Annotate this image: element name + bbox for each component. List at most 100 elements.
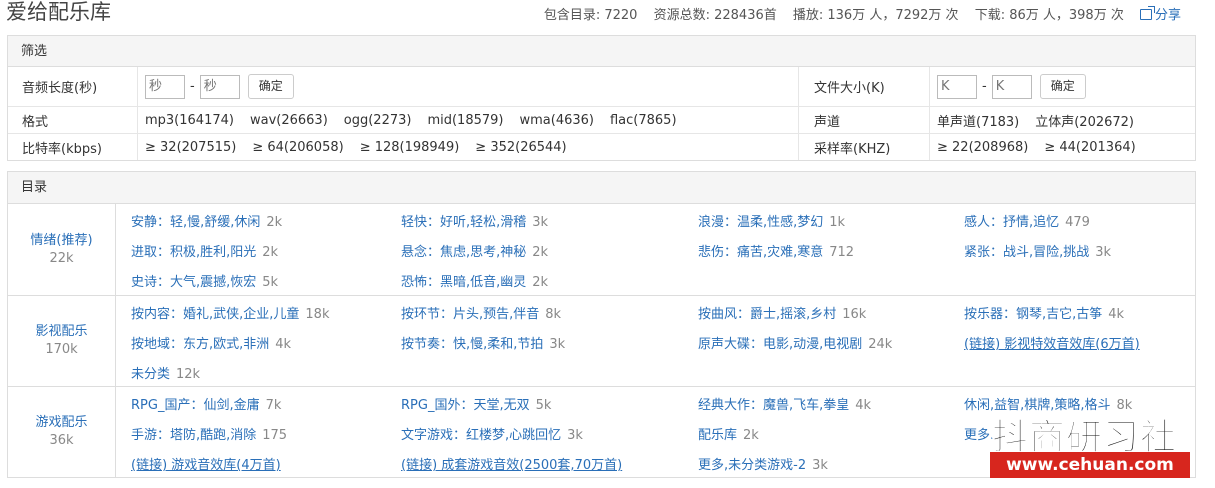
duration-label: 音频长度(秒): [8, 67, 138, 106]
filesize-confirm-button[interactable]: 确定: [1039, 74, 1086, 99]
category-link[interactable]: 安静：轻,慢,舒缓,休闲 2k: [131, 211, 282, 230]
category-link[interactable]: 进取：积极,胜利,阳光 2k: [131, 241, 278, 260]
category-count: 2k: [743, 428, 759, 443]
format-option[interactable]: flac(7865): [610, 113, 677, 128]
category-link[interactable]: 原声大碟：电影,动漫,电视剧 24k: [698, 333, 892, 352]
category-link[interactable]: 按曲风：爵士,摇滚,乡村 16k: [698, 303, 866, 322]
category-link[interactable]: RPG_国外：天堂,无双 5k: [401, 394, 551, 413]
category-link[interactable]: 经典大作：魔兽,飞车,拳皇 4k: [698, 394, 871, 413]
samplerate-option[interactable]: ≥ 22(208968): [937, 140, 1028, 155]
range-dash: -: [982, 79, 987, 94]
category-label: 按地域：东方,欧式,非洲: [131, 337, 270, 352]
group-name[interactable]: 影视配乐: [35, 323, 87, 341]
category-label: (链接) 影视特效音效库(6万首): [964, 337, 1140, 352]
category-count: 7k: [265, 398, 282, 413]
category-count: 2k: [262, 245, 279, 260]
category-count: 1k: [829, 215, 846, 230]
bitrate-options: ≥ 32(207515) ≥ 64(206058) ≥ 128(198949) …: [139, 134, 799, 160]
category-label: 按内容：婚礼,武侠,企业,儿童: [131, 307, 300, 322]
category-link[interactable]: 悬念：焦虑,思考,神秘 2k: [401, 241, 548, 260]
format-option[interactable]: ogg(2273): [344, 113, 412, 128]
format-options: mp3(164174) wav(26663) ogg(2273) mid(185…: [139, 107, 799, 133]
category-link[interactable]: 按内容：婚礼,武侠,企业,儿童 18k: [131, 303, 329, 322]
category-link[interactable]: 史诗：大气,震撼,恢宏 5k: [131, 271, 278, 290]
category-link[interactable]: 感人：抒情,追忆 479: [964, 211, 1090, 230]
category-link[interactable]: 按乐器：钢琴,吉它,古筝 4k: [964, 303, 1124, 322]
bitrate-option[interactable]: ≥ 64(206058): [252, 140, 343, 155]
filesize-to-input[interactable]: [991, 74, 1032, 99]
duration-from-input[interactable]: [145, 74, 185, 99]
category-label: 轻快：好听,轻松,滑稽: [401, 215, 527, 230]
download-stats: 下载: 86万 人，398万 次: [974, 8, 1124, 23]
filesize-from-input[interactable]: [937, 74, 977, 99]
format-label: 格式: [8, 107, 138, 133]
category-count: 3k: [1095, 245, 1112, 260]
external-link[interactable]: (链接) 成套游戏音效(2500套,70万首): [401, 454, 622, 473]
format-option[interactable]: mid(18579): [427, 113, 503, 128]
category-count: 12k: [176, 367, 201, 382]
category-link[interactable]: 更多,未分类游戏-2 3k: [698, 454, 828, 473]
bitrate-option[interactable]: ≥ 32(207515): [145, 140, 236, 155]
catalog-group-mood: 情绪(推荐) 22k 安静：轻,慢,舒缓,休闲 2k 轻快：好听,轻松,滑稽 3k …: [8, 204, 1195, 295]
group-header[interactable]: 游戏配乐 36k: [8, 387, 116, 477]
category-count: 2k: [532, 245, 549, 260]
group-name[interactable]: 情绪(推荐): [30, 232, 92, 250]
category-label: 紧张：战斗,冒险,挑战: [964, 245, 1090, 260]
filter-row-bitrate: 比特率(kbps) ≥ 32(207515) ≥ 64(206058) ≥ 12…: [8, 133, 1195, 160]
category-label: 按曲风：爵士,摇滚,乡村: [698, 307, 837, 322]
category-count: 3k: [567, 428, 583, 443]
format-option[interactable]: wav(26663): [250, 113, 328, 128]
samplerate-option[interactable]: ≥ 44(201364): [1044, 140, 1135, 155]
bitrate-option[interactable]: ≥ 128(198949): [360, 140, 460, 155]
category-link[interactable]: 轻快：好听,轻松,滑稽 3k: [401, 211, 548, 230]
category-label: 按乐器：钢琴,吉它,古筝: [964, 307, 1103, 322]
filter-row-duration: 音频长度(秒) - 确定 文件大小(K) - 确定: [8, 67, 1195, 106]
group-header[interactable]: 影视配乐 170k: [8, 296, 116, 386]
group-count: 36k: [49, 433, 74, 448]
category-count: 18k: [305, 307, 330, 322]
category-link[interactable]: 按环节：片头,预告,伴音 8k: [401, 303, 561, 322]
more-link[interactable]: 更多...: [964, 424, 1002, 443]
filesize-range: - 确定: [931, 67, 1195, 106]
bitrate-option[interactable]: ≥ 352(26544): [475, 140, 566, 155]
group-header[interactable]: 情绪(推荐) 22k: [8, 204, 116, 295]
page-header: 爱给配乐库 包含目录: 7220 资源总数: 228436首 播放: 136万 …: [0, 0, 1215, 30]
filter-panel: 筛选 音频长度(秒) - 确定 文件大小(K) - 确定 格式 mp3(1641…: [7, 35, 1196, 161]
duration-confirm-button[interactable]: 确定: [247, 74, 294, 99]
category-label: 安静：轻,慢,舒缓,休闲: [131, 215, 261, 230]
category-label: 经典大作：魔兽,飞车,拳皇: [698, 398, 850, 413]
category-label: 更多...: [964, 428, 1003, 443]
category-link[interactable]: 手游：塔防,酷跑,消除 175: [131, 424, 287, 443]
category-link[interactable]: RPG_国产：仙剑,金庸 7k: [131, 394, 281, 413]
category-label: 未分类: [131, 367, 171, 382]
external-link[interactable]: (链接) 影视特效音效库(6万首): [964, 333, 1140, 352]
category-link[interactable]: 休闲,益智,棋牌,策略,格斗 8k: [964, 394, 1132, 413]
category-link[interactable]: 未分类 12k: [131, 363, 200, 382]
external-link[interactable]: (链接) 游戏音效库(4万首): [131, 454, 281, 473]
filter-heading: 筛选: [8, 36, 1195, 67]
category-label: 更多,未分类游戏-2: [698, 458, 807, 473]
category-link[interactable]: 浪漫：温柔,性感,梦幻 1k: [698, 211, 845, 230]
category-link[interactable]: 恐怖：黑暗,低音,幽灵 2k: [401, 271, 548, 290]
catalog-panel: 目录 情绪(推荐) 22k 安静：轻,慢,舒缓,休闲 2k 轻快：好听,轻松,滑稽…: [7, 171, 1196, 478]
play-stats: 播放: 136万 人，7292万 次: [792, 8, 959, 23]
share-icon: [1139, 6, 1155, 20]
channel-option[interactable]: 单声道(7183): [937, 111, 1019, 130]
format-option[interactable]: mp3(164174): [145, 113, 234, 128]
category-link[interactable]: 紧张：战斗,冒险,挑战 3k: [964, 241, 1111, 260]
category-link[interactable]: 按地域：东方,欧式,非洲 4k: [131, 333, 291, 352]
category-link[interactable]: 配乐库 2k: [698, 424, 759, 443]
category-link[interactable]: 文字游戏：红楼梦,心跳回忆 3k: [401, 424, 583, 443]
format-option[interactable]: wma(4636): [519, 113, 594, 128]
share-button[interactable]: 分享: [1139, 6, 1181, 23]
category-count: 4k: [855, 398, 872, 413]
stats-bar: 包含目录: 7220 资源总数: 228436首 播放: 136万 人，7292…: [532, 4, 1181, 23]
channel-option[interactable]: 立体声(202672): [1035, 111, 1134, 130]
category-count: 2k: [532, 275, 549, 290]
group-name[interactable]: 游戏配乐: [35, 414, 87, 432]
duration-to-input[interactable]: [199, 74, 240, 99]
category-count: 479: [1065, 215, 1090, 230]
category-link[interactable]: 悲伤：痛苦,灾难,寒意 712: [698, 241, 854, 260]
category-link[interactable]: 按节奏：快,慢,柔和,节拍 3k: [401, 333, 565, 352]
category-label: 配乐库: [698, 428, 738, 443]
